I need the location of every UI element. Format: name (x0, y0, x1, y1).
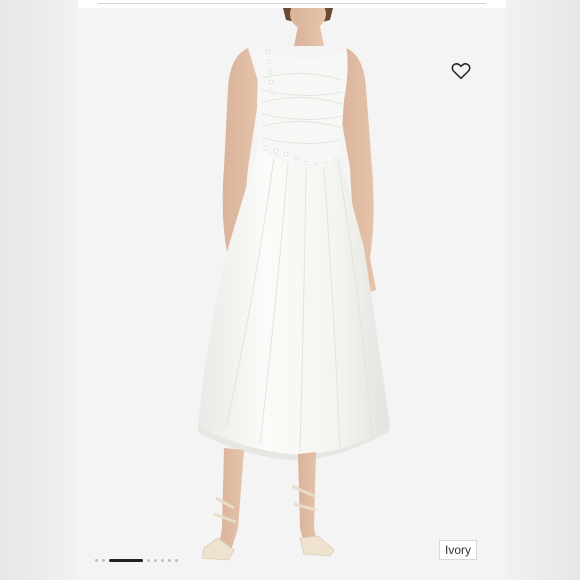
carousel-dot[interactable] (95, 558, 98, 562)
carousel-dot[interactable] (102, 558, 105, 562)
carousel-dot[interactable] (175, 558, 178, 562)
left-blur-panel (0, 0, 78, 580)
top-bar (78, 0, 506, 8)
product-image-frame[interactable]: Ivory (78, 0, 506, 580)
product-photo (78, 8, 506, 580)
carousel-dot-active[interactable] (109, 558, 143, 562)
color-label: Ivory (439, 540, 478, 560)
carousel-dot[interactable] (161, 558, 164, 562)
carousel-dot[interactable] (147, 558, 150, 562)
wishlist-heart-icon[interactable] (450, 60, 472, 82)
carousel-indicator[interactable] (95, 557, 178, 563)
carousel-dot[interactable] (154, 558, 157, 562)
right-blur-panel (506, 0, 580, 580)
top-divider (98, 3, 486, 4)
carousel-dot[interactable] (168, 558, 171, 562)
